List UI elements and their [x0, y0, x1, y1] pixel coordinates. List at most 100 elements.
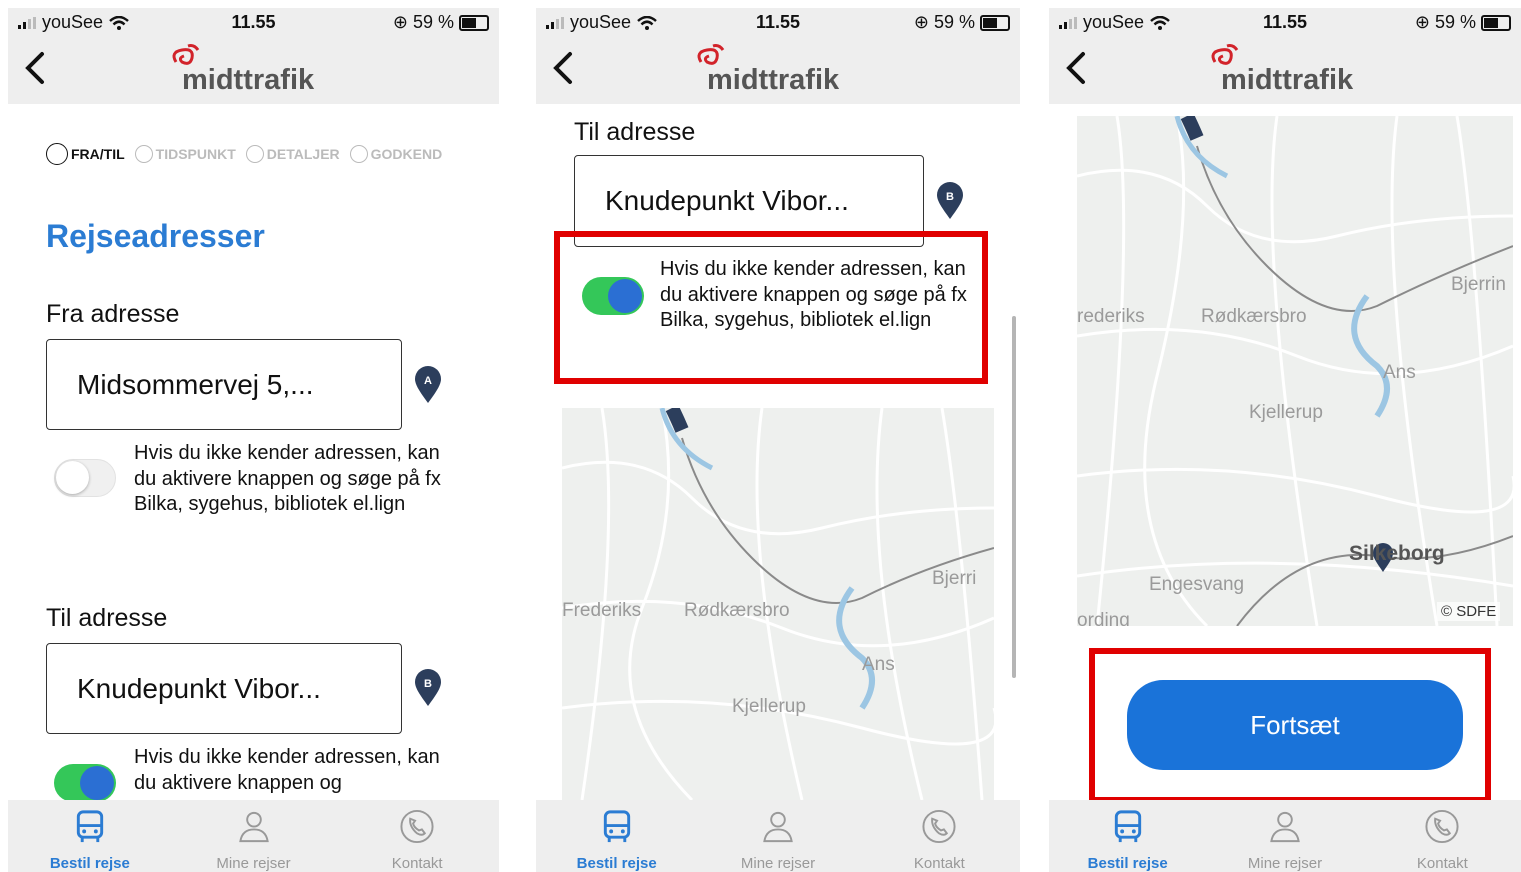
app-header: midttrafik — [1049, 38, 1521, 104]
map-roads — [1077, 116, 1513, 626]
screen-address-form: youSee 11.55 ⊕ 59 % midttrafik FRA/TIL T… — [8, 8, 499, 872]
map-view[interactable]: Bjerrin rederiks Rødkærsbro Ans Kjelleru… — [1077, 116, 1513, 626]
map-view[interactable]: Bjerri Frederiks Rødkærsbro Ans Kjelleru… — [562, 408, 994, 800]
midttrafik-logo: midttrafik — [693, 42, 863, 102]
map-label-bjerring: Bjerri — [932, 568, 977, 589]
pin-a-icon: A — [415, 366, 441, 403]
person-icon — [238, 811, 269, 843]
back-chevron-icon[interactable] — [548, 48, 578, 88]
map-label-rodkaersbro: Rødkærsbro — [684, 600, 790, 621]
tab-label: Kontakt — [391, 855, 443, 872]
tab-label: Bestil rejse — [576, 855, 657, 872]
tab-label: Mine rejser — [216, 855, 291, 872]
to-address-field[interactable]: Knudepunkt Vibor... — [46, 643, 402, 734]
phone-icon — [922, 809, 956, 844]
battery-percent: 59 % — [1434, 12, 1476, 32]
tab-bestil-rejse[interactable]: Bestil rejse — [1049, 800, 1206, 872]
person-icon — [1270, 811, 1300, 843]
to-address-label: Til adresse — [46, 604, 168, 632]
step-fra-til: FRA/TIL — [46, 143, 125, 165]
step-label: DETALJER — [266, 146, 340, 162]
tab-mine-rejser[interactable]: Mine rejser — [172, 800, 336, 872]
tab-mine-rejser[interactable]: Mine rejser — [697, 800, 858, 872]
battery-icon — [1481, 14, 1511, 31]
step-tidspunkt: TIDSPUNKT — [134, 145, 236, 163]
battery-icon — [980, 14, 1010, 31]
step-circle-icon — [349, 145, 368, 163]
tab-bar: Bestil rejse Mine rejser Kontakt — [8, 800, 499, 872]
tab-kontakt[interactable]: Kontakt — [1364, 800, 1521, 872]
status-bar: youSee 11.55 ⊕ 59 % — [1049, 8, 1521, 38]
tab-kontakt[interactable]: Kontakt — [859, 800, 1020, 872]
phone-icon — [1425, 809, 1459, 844]
pin-b-letter: B — [424, 678, 432, 690]
map-label-silkeborg: Silkeborg — [1349, 542, 1445, 565]
pin-b-letter: B — [946, 191, 954, 203]
map-label-ans: Ans — [1383, 362, 1416, 383]
from-help-text: Hvis du ikke kender adressen, kan du akt… — [134, 442, 441, 515]
map-label-engesvang: Engesvang — [1149, 574, 1245, 595]
logo-text: midttrafik — [1221, 64, 1354, 96]
tab-label: Kontakt — [1416, 855, 1468, 872]
bus-icon — [1114, 810, 1141, 843]
from-address-label: Fra adresse — [46, 300, 180, 328]
to-address-label: Til adresse — [574, 118, 696, 146]
tab-bestil-rejse[interactable]: Bestil rejse — [536, 800, 697, 872]
pin-b-icon: B — [937, 182, 963, 219]
highlight-toggle-box — [554, 231, 988, 384]
orientation-lock-icon: ⊕ — [392, 12, 408, 32]
battery: ⊕ 59 % — [1415, 12, 1511, 33]
map-credit: © SDFE — [1437, 602, 1501, 621]
back-chevron-icon[interactable] — [20, 48, 50, 88]
map-label-kjellerup: Kjellerup — [1249, 402, 1323, 423]
tab-label: Mine rejser — [1247, 855, 1323, 872]
app-header: midttrafik — [8, 38, 499, 104]
bus-icon — [76, 810, 103, 843]
tab-mine-rejser[interactable]: Mine rejser — [1206, 800, 1363, 872]
to-help-text-truncated: Hvis du ikke kender adressen, kan du akt… — [134, 746, 440, 794]
tab-label: Mine rejser — [740, 855, 816, 872]
scrollbar[interactable] — [1012, 316, 1016, 678]
map-label-bjerring: Bjerrin — [1451, 274, 1506, 295]
step-godkend: GODKEND — [349, 145, 442, 163]
person-icon — [763, 811, 793, 843]
map-label-rodkaersbro: Rødkærsbro — [1201, 306, 1307, 327]
step-detaljer: DETALJER — [245, 145, 340, 163]
step-label: TIDSPUNKT — [155, 146, 236, 162]
battery-icon — [459, 14, 489, 31]
app-header: midttrafik — [536, 38, 1020, 104]
tab-label: Bestil rejse — [1087, 855, 1168, 872]
midttrafik-logo: midttrafik — [1207, 42, 1377, 102]
pin-b-icon: B — [415, 669, 441, 706]
tab-bar: Bestil rejse Mine rejser Kontakt — [536, 800, 1020, 872]
phone-icon — [400, 809, 434, 844]
page-title: Rejseadresser — [46, 218, 265, 254]
status-bar: youSee 11.55 ⊕ 59 % — [8, 8, 499, 38]
orientation-lock-icon: ⊕ — [913, 12, 929, 32]
screen-map-continue: youSee 11.55 ⊕ 59 % midttrafik Bjerrin r… — [1049, 8, 1521, 872]
step-label: FRA/TIL — [71, 146, 125, 162]
from-address-field[interactable]: Midsommervej 5,... — [46, 339, 402, 430]
logo-text: midttrafik — [707, 64, 840, 96]
bus-icon — [603, 810, 630, 843]
pin-a-letter: A — [424, 375, 432, 387]
progress-steps: FRA/TIL TIDSPUNKT DETALJER GODKEND — [46, 143, 442, 165]
orientation-lock-icon: ⊕ — [1414, 12, 1430, 32]
tab-bestil-rejse[interactable]: Bestil rejse — [8, 800, 172, 872]
midttrafik-logo: midttrafik — [168, 42, 338, 102]
battery-percent: 59 % — [933, 12, 975, 32]
map-label-kjellerup: Kjellerup — [732, 696, 806, 717]
tab-bar: Bestil rejse Mine rejser Kontakt — [1049, 800, 1521, 872]
step-circle-icon — [245, 145, 264, 163]
from-search-toggle[interactable] — [54, 459, 116, 497]
status-bar: youSee 11.55 ⊕ 59 % — [536, 8, 1020, 38]
battery-percent: 59 % — [412, 12, 454, 32]
tab-kontakt[interactable]: Kontakt — [335, 800, 499, 872]
map-label-ans: Ans — [862, 654, 895, 675]
step-circle-icon — [134, 145, 153, 163]
map-label-ording: ording — [1077, 610, 1130, 626]
step-circle-icon — [46, 143, 68, 165]
back-chevron-icon[interactable] — [1061, 48, 1091, 88]
to-search-toggle[interactable] — [54, 764, 116, 802]
logo-text: midttrafik — [182, 64, 315, 96]
